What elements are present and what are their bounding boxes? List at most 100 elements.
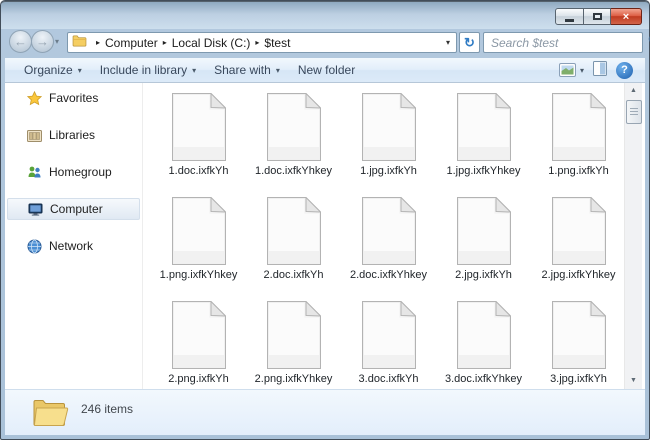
- document-icon: [551, 196, 607, 266]
- file-name: 2.jpg.ixfkYh: [455, 269, 512, 281]
- file-name: 2.doc.ixfkYh: [264, 269, 324, 281]
- views-button[interactable]: ▾: [559, 63, 584, 77]
- share-with-label: Share with: [214, 63, 271, 77]
- maximize-icon: [593, 13, 602, 20]
- document-icon: [551, 92, 607, 162]
- breadcrumb-computer[interactable]: Computer: [105, 36, 158, 50]
- toolbar-right-icons: ▾ ?: [559, 61, 633, 79]
- minimize-button[interactable]: [555, 8, 584, 25]
- document-icon: [266, 92, 322, 162]
- scroll-down-icon: ▼: [630, 377, 637, 384]
- vertical-scrollbar[interactable]: ▲ ▼: [624, 83, 642, 389]
- include-in-library-button[interactable]: Include in library ▾: [91, 59, 205, 81]
- breadcrumb-current-folder[interactable]: $test: [264, 36, 290, 50]
- scroll-up-button[interactable]: ▲: [625, 83, 642, 99]
- help-button[interactable]: ?: [616, 62, 633, 79]
- address-bar[interactable]: ▸ Computer ▸ Local Disk (C:) ▸ $test ▾: [67, 32, 457, 53]
- file-item[interactable]: 3.doc.ixfkYhkey: [436, 297, 531, 389]
- share-with-button[interactable]: Share with ▾: [205, 59, 289, 81]
- document-icon: [171, 196, 227, 266]
- document-icon: [456, 196, 512, 266]
- maximize-button[interactable]: [584, 8, 611, 25]
- navigation-bar: ← → ▾ ▸ Computer ▸ Local Disk (C:) ▸ $te…: [5, 28, 645, 58]
- file-name: 1.jpg.ixfkYhkey: [447, 165, 521, 177]
- crumb-separator-icon: ▸: [163, 38, 167, 47]
- back-button[interactable]: ←: [9, 30, 32, 53]
- file-item[interactable]: 3.doc.ixfkYh: [341, 297, 436, 389]
- new-folder-button[interactable]: New folder: [289, 59, 364, 81]
- close-button[interactable]: ×: [611, 8, 642, 25]
- file-name: 1.doc.ixfkYh: [169, 165, 229, 177]
- file-item[interactable]: 2.doc.ixfkYh: [246, 193, 341, 297]
- document-icon: [171, 92, 227, 162]
- file-item[interactable]: 1.doc.ixfkYhkey: [246, 89, 341, 193]
- file-item[interactable]: 2.jpg.ixfkYhkey: [531, 193, 626, 297]
- refresh-icon: ↻: [464, 35, 475, 50]
- file-name: 2.jpg.ixfkYhkey: [542, 269, 616, 281]
- preview-pane-button[interactable]: [593, 61, 607, 79]
- new-folder-label: New folder: [298, 63, 355, 77]
- file-name: 2.png.ixfkYh: [168, 373, 229, 385]
- minimize-icon: [565, 19, 574, 22]
- computer-icon: [28, 203, 43, 216]
- sidebar-item-favorites[interactable]: Favorites: [7, 87, 140, 109]
- document-icon: [551, 300, 607, 370]
- sidebar-item-libraries[interactable]: Libraries: [7, 124, 140, 146]
- file-name: 1.png.ixfkYhkey: [160, 269, 238, 281]
- sidebar-label: Favorites: [49, 91, 98, 105]
- content-area: Favorites Libraries Homegroup Computer N…: [5, 83, 645, 389]
- document-icon: [266, 196, 322, 266]
- chevron-down-icon: ▾: [276, 66, 280, 75]
- document-icon: [361, 92, 417, 162]
- file-item[interactable]: 1.jpg.ixfkYh: [341, 89, 436, 193]
- items-count: 246 items: [81, 402, 133, 416]
- document-icon: [361, 300, 417, 370]
- file-item[interactable]: 2.png.ixfkYh: [151, 297, 246, 389]
- preview-pane-icon: [593, 61, 607, 76]
- file-name: 2.png.ixfkYhkey: [255, 373, 333, 385]
- file-item[interactable]: 2.png.ixfkYhkey: [246, 297, 341, 389]
- file-name: 1.png.ixfkYh: [548, 165, 609, 177]
- document-icon: [171, 300, 227, 370]
- views-dropdown-icon: ▾: [580, 66, 584, 75]
- forward-button[interactable]: →: [31, 30, 54, 53]
- sidebar-label: Libraries: [49, 128, 95, 142]
- search-input[interactable]: [484, 36, 648, 50]
- window-controls: ×: [555, 8, 642, 25]
- sidebar-item-computer[interactable]: Computer: [7, 198, 140, 220]
- details-pane: 246 items: [5, 389, 645, 435]
- forward-icon: →: [36, 34, 49, 49]
- file-list: 1.doc.ixfkYh 1.doc.ixfkYhkey 1.jpg.ixfkYh 1…: [151, 89, 626, 389]
- document-icon: [361, 196, 417, 266]
- file-name: 1.jpg.ixfkYh: [360, 165, 417, 177]
- library-icon: [27, 128, 42, 142]
- star-icon: [27, 91, 42, 106]
- chevron-down-icon: ▾: [192, 66, 196, 75]
- file-name: 3.doc.ixfkYhkey: [445, 373, 522, 385]
- title-bar[interactable]: ×: [1, 1, 649, 29]
- file-item[interactable]: 3.jpg.ixfkYh: [531, 297, 626, 389]
- recent-pages-dropdown[interactable]: ▾: [55, 37, 59, 46]
- file-item[interactable]: 1.png.ixfkYh: [531, 89, 626, 193]
- sidebar-item-homegroup[interactable]: Homegroup: [7, 161, 140, 183]
- organize-button[interactable]: Organize ▾: [15, 59, 91, 81]
- folder-icon-large: [31, 395, 69, 434]
- refresh-button[interactable]: ↻: [459, 32, 480, 53]
- breadcrumb-local-disk[interactable]: Local Disk (C:): [172, 36, 251, 50]
- chevron-down-icon: ▾: [78, 66, 82, 75]
- file-item[interactable]: 2.jpg.ixfkYh: [436, 193, 531, 297]
- file-item[interactable]: 2.doc.ixfkYhkey: [341, 193, 436, 297]
- sidebar-label: Homegroup: [49, 165, 112, 179]
- file-item[interactable]: 1.jpg.ixfkYhkey: [436, 89, 531, 193]
- scrollbar-thumb[interactable]: [626, 100, 642, 124]
- crumb-separator-icon: ▸: [255, 38, 259, 47]
- file-item[interactable]: 1.png.ixfkYhkey: [151, 193, 246, 297]
- file-name: 3.doc.ixfkYh: [359, 373, 419, 385]
- scroll-up-icon: ▲: [630, 87, 637, 94]
- address-dropdown-icon[interactable]: ▾: [446, 38, 450, 47]
- scroll-down-button[interactable]: ▼: [625, 373, 642, 389]
- close-icon: ×: [623, 11, 629, 23]
- sidebar-item-network[interactable]: Network: [7, 235, 140, 257]
- file-item[interactable]: 1.doc.ixfkYh: [151, 89, 246, 193]
- sidebar-label: Network: [49, 239, 93, 253]
